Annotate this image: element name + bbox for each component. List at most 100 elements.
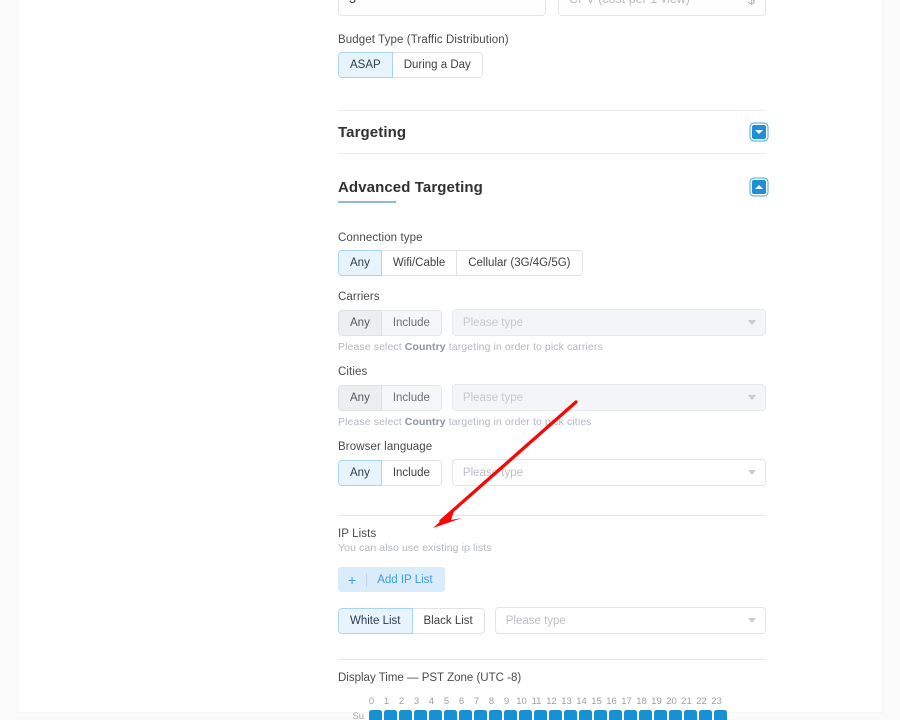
heatmap-cell[interactable] bbox=[489, 710, 502, 720]
connection-type-option-wifi[interactable]: Wifi/Cable bbox=[381, 250, 458, 276]
ip-lists-option-white-list[interactable]: White List bbox=[338, 607, 413, 634]
budget-type-option-during-a-day[interactable]: During a Day bbox=[392, 52, 483, 78]
cities-placeholder: Please type bbox=[462, 391, 524, 404]
form-card: 3 CPV (cost per 1 view) $ Budget Type (T… bbox=[18, 0, 882, 720]
heatmap-cell[interactable] bbox=[579, 710, 592, 720]
chevron-up-icon bbox=[755, 185, 763, 189]
carriers-hint-suffix: targeting in order to pick carriers bbox=[445, 341, 603, 353]
targeting-section-header[interactable]: Targeting bbox=[338, 111, 766, 153]
ip-lists-placeholder: Please type bbox=[505, 614, 566, 627]
heatmap-hour-label: 15 bbox=[591, 696, 602, 707]
carriers-option-any[interactable]: Any bbox=[338, 309, 382, 336]
heatmap-cell[interactable] bbox=[459, 710, 472, 720]
heatmap-hour-label: 8 bbox=[488, 696, 495, 707]
heatmap-cell[interactable] bbox=[444, 710, 457, 720]
divider-below-targeting bbox=[338, 153, 766, 154]
cities-select[interactable]: Please type bbox=[451, 384, 766, 411]
connection-type-option-cellular[interactable]: Cellular (3G/4G/5G) bbox=[457, 250, 583, 276]
heatmap-hour-label: 10 bbox=[516, 696, 527, 707]
heatmap-cell[interactable] bbox=[639, 710, 652, 720]
display-time-label: Display Time — PST Zone (UTC -8) bbox=[338, 672, 522, 684]
cities-option-include[interactable]: Include bbox=[381, 384, 442, 411]
heatmap-cell[interactable] bbox=[474, 710, 487, 720]
cities-hint-prefix: Please select bbox=[338, 416, 405, 428]
budget-amount-input[interactable]: 3 bbox=[338, 0, 546, 16]
heatmap-cell[interactable] bbox=[414, 710, 427, 720]
heatmap-cell[interactable] bbox=[504, 710, 517, 720]
heatmap-cell[interactable] bbox=[714, 710, 727, 720]
carriers-placeholder: Please type bbox=[462, 316, 524, 329]
carriers-hint-bold: Country bbox=[404, 341, 446, 353]
browser-language-placeholder: Please type bbox=[462, 466, 524, 479]
carriers-select[interactable]: Please type bbox=[451, 309, 766, 336]
chevron-down-icon bbox=[748, 470, 756, 475]
heatmap-hour-label: 18 bbox=[636, 696, 647, 707]
budget-type-segmented[interactable]: ASAP During a Day bbox=[338, 52, 483, 78]
browser-language-row: Any Include Please type bbox=[338, 459, 766, 486]
browser-language-segmented[interactable]: Any Include bbox=[338, 459, 442, 486]
page-root: 3 CPV (cost per 1 view) $ Budget Type (T… bbox=[0, 0, 900, 720]
add-ip-list-button[interactable]: + Add IP List bbox=[338, 567, 445, 592]
heatmap-cell[interactable] bbox=[594, 710, 607, 720]
heatmap-cell[interactable] bbox=[519, 710, 532, 720]
carriers-hint: Please select Country targeting in order… bbox=[338, 341, 766, 353]
heatmap-hour-label: 1 bbox=[383, 696, 390, 707]
display-time-heatmap[interactable]: 0 1 2 3 4 5 6 7 8 9 10 11 12 13 14 15 16 17 18 19 20 21 22 23 S… bbox=[346, 696, 766, 720]
browser-language-option-include[interactable]: Include bbox=[381, 459, 442, 486]
plus-icon: + bbox=[348, 572, 368, 587]
ip-lists-segmented[interactable]: White List Black List bbox=[338, 607, 485, 634]
heatmap-day-label: Su bbox=[352, 711, 364, 720]
browser-language-option-any[interactable]: Any bbox=[338, 459, 382, 486]
cities-option-any[interactable]: Any bbox=[338, 384, 382, 411]
connection-type-segmented[interactable]: Any Wifi/Cable Cellular (3G/4G/5G) bbox=[338, 250, 583, 276]
ip-lists-label: IP Lists bbox=[338, 528, 377, 540]
connection-type-option-any[interactable]: Any bbox=[338, 250, 382, 276]
advanced-targeting-collapse-toggle[interactable] bbox=[752, 180, 766, 194]
heatmap-cell[interactable] bbox=[564, 710, 577, 720]
carriers-option-include[interactable]: Include bbox=[381, 309, 442, 336]
budget-inputs-row: 3 CPV (cost per 1 view) $ bbox=[338, 0, 766, 16]
browser-language-select[interactable]: Please type bbox=[451, 459, 766, 486]
heatmap-hour-label: 4 bbox=[428, 696, 435, 707]
carriers-hint-prefix: Please select bbox=[338, 341, 405, 353]
chevron-down-icon bbox=[748, 618, 756, 623]
heatmap-cell[interactable] bbox=[384, 710, 397, 720]
divider-above-display-time bbox=[338, 659, 766, 660]
heatmap-hour-label: 2 bbox=[398, 696, 405, 707]
heatmap-cell[interactable] bbox=[624, 710, 637, 720]
carriers-segmented[interactable]: Any Include bbox=[338, 309, 442, 336]
heatmap-hour-labels: 0 1 2 3 4 5 6 7 8 9 10 11 12 13 14 15 16 17 18 19 20 21 22 23 bbox=[364, 696, 766, 707]
budget-amount-value: 3 bbox=[349, 0, 356, 6]
heatmap-hour-label: 23 bbox=[711, 696, 722, 707]
advanced-targeting-section-header[interactable]: Advanced Targeting bbox=[338, 166, 766, 208]
heatmap-cell[interactable] bbox=[369, 710, 382, 720]
budget-type-group: Budget Type (Traffic Distribution) ASAP … bbox=[338, 34, 766, 78]
cpv-input[interactable]: CPV (cost per 1 view) $ bbox=[558, 0, 766, 16]
cities-segmented[interactable]: Any Include bbox=[338, 384, 442, 411]
display-time-group: Display Time — PST Zone (UTC -8) 0123456… bbox=[338, 672, 766, 720]
add-ip-list-label: Add IP List bbox=[377, 573, 433, 586]
heatmap-cell[interactable] bbox=[534, 710, 547, 720]
heatmap-hour-label: 9 bbox=[503, 696, 510, 707]
heatmap-cell[interactable] bbox=[654, 710, 667, 720]
advanced-targeting-title: Advanced Targeting bbox=[338, 178, 483, 203]
divider-above-ip-lists bbox=[338, 515, 766, 516]
heatmap-cell[interactable] bbox=[399, 710, 412, 720]
heatmap-row: Su bbox=[346, 710, 766, 720]
targeting-title: Targeting bbox=[338, 123, 407, 141]
heatmap-cell[interactable] bbox=[684, 710, 697, 720]
heatmap-hour-label: 13 bbox=[561, 696, 572, 707]
ip-lists-option-black-list[interactable]: Black List bbox=[412, 607, 485, 634]
heatmap-cell[interactable] bbox=[429, 710, 442, 720]
targeting-expand-toggle[interactable] bbox=[752, 125, 766, 139]
heatmap-hour-label: 17 bbox=[621, 696, 632, 707]
heatmap-cell[interactable] bbox=[669, 710, 682, 720]
heatmap-cell[interactable] bbox=[699, 710, 712, 720]
heatmap-cell[interactable] bbox=[549, 710, 562, 720]
carriers-label: Carriers bbox=[338, 291, 380, 303]
heatmap-cell[interactable] bbox=[609, 710, 622, 720]
budget-type-option-asap[interactable]: ASAP bbox=[338, 52, 393, 78]
browser-language-label: Browser language bbox=[338, 441, 433, 453]
ip-lists-select[interactable]: Please type bbox=[494, 607, 766, 634]
cities-hint-suffix: targeting in order to pick cities bbox=[445, 416, 592, 428]
